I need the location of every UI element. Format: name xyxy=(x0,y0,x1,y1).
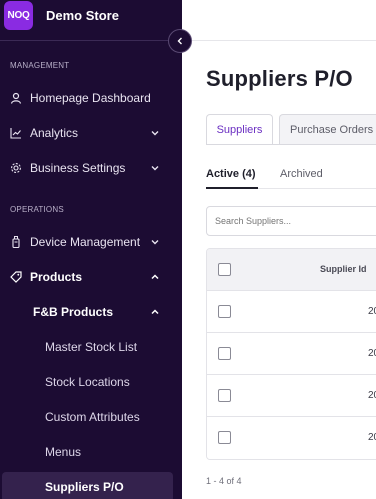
sidebar-item-analytics[interactable]: Analytics xyxy=(0,118,182,148)
tab-suppliers[interactable]: Suppliers xyxy=(206,114,273,144)
sidebar-item-products[interactable]: Products xyxy=(0,262,182,292)
sidebar-item-label: Suppliers P/O xyxy=(45,480,124,494)
row-checkbox[interactable] xyxy=(218,305,231,318)
collapse-sidebar-button[interactable] xyxy=(168,29,192,53)
topbar-divider xyxy=(182,40,376,41)
sidebar: NOQ Demo Store MANAGEMENT Homepage Dashb… xyxy=(0,0,182,499)
sidebar-item-device-management[interactable]: Device Management xyxy=(0,227,182,257)
row-checkbox[interactable] xyxy=(218,347,231,360)
page-title: Suppliers P/O xyxy=(206,66,353,91)
section-label-management: MANAGEMENT xyxy=(10,61,70,70)
suppliers-table: Supplier Id 20 20 20 20 xyxy=(206,248,376,460)
sidebar-item-business-settings[interactable]: Business Settings xyxy=(0,153,182,183)
chevron-left-icon xyxy=(175,36,185,46)
supplier-id-cell: 20 xyxy=(368,432,376,443)
sidebar-item-menus[interactable]: Menus xyxy=(0,437,182,467)
chevron-down-icon xyxy=(150,128,160,138)
brand[interactable]: NOQ Demo Store xyxy=(4,0,182,30)
sidebar-item-label: Analytics xyxy=(30,126,79,140)
subtab-active[interactable]: Active (4) xyxy=(206,168,256,180)
sidebar-item-custom-attributes[interactable]: Custom Attributes xyxy=(0,402,182,432)
chevron-up-icon xyxy=(150,307,160,317)
table-row[interactable]: 20 xyxy=(207,333,376,375)
sidebar-item-label: Custom Attributes xyxy=(45,410,140,424)
table-row[interactable]: 20 xyxy=(207,291,376,333)
row-checkbox[interactable] xyxy=(218,431,231,444)
gear-icon xyxy=(10,162,22,174)
chevron-down-icon xyxy=(150,237,160,247)
sidebar-item-suppliers-po[interactable]: Suppliers P/O xyxy=(2,472,173,499)
sidebar-item-label: Products xyxy=(30,270,83,284)
sidebar-item-label: Master Stock List xyxy=(45,340,138,354)
store-name: Demo Store xyxy=(46,7,119,23)
chart-line-icon xyxy=(10,127,22,139)
supplier-id-cell: 20 xyxy=(368,390,376,401)
sidebar-item-master-stock-list[interactable]: Master Stock List xyxy=(0,332,182,362)
logo: NOQ xyxy=(4,0,33,30)
sidebar-item-stock-locations[interactable]: Stock Locations xyxy=(0,367,182,397)
device-icon xyxy=(10,236,22,248)
tag-icon xyxy=(10,271,22,283)
supplier-id-cell: 20 xyxy=(368,306,376,317)
table-row[interactable]: 20 xyxy=(207,417,376,459)
sidebar-item-label: Stock Locations xyxy=(45,375,130,389)
sidebar-item-label: Business Settings xyxy=(30,161,126,175)
select-all-checkbox[interactable] xyxy=(218,263,231,276)
column-header-supplier-id[interactable]: Supplier Id xyxy=(320,264,367,274)
brand-divider xyxy=(0,40,182,41)
sidebar-item-homepage-dashboard[interactable]: Homepage Dashboard xyxy=(0,83,182,113)
table-header: Supplier Id xyxy=(207,249,376,291)
table-row[interactable]: 20 xyxy=(207,375,376,417)
chevron-down-icon xyxy=(150,163,160,173)
section-label-operations: OPERATIONS xyxy=(10,205,64,214)
subtab-active-indicator xyxy=(206,187,258,189)
search-input[interactable] xyxy=(206,206,376,236)
user-icon xyxy=(10,92,22,104)
tab-purchase-orders[interactable]: Purchase Orders xyxy=(279,114,376,144)
main-content: Suppliers P/O Suppliers Purchase Orders … xyxy=(182,0,376,499)
chevron-up-icon xyxy=(150,272,160,282)
sidebar-item-label: F&B Products xyxy=(33,305,114,319)
row-checkbox[interactable] xyxy=(218,389,231,402)
sidebar-item-label: Device Management xyxy=(30,235,141,249)
sidebar-item-fb-products[interactable]: F&B Products xyxy=(0,297,182,327)
sidebar-item-label: Homepage Dashboard xyxy=(30,91,151,105)
supplier-id-cell: 20 xyxy=(368,348,376,359)
tabs-divider xyxy=(206,144,376,145)
sidebar-item-label: Menus xyxy=(45,445,82,459)
subtab-archived[interactable]: Archived xyxy=(280,168,323,180)
pagination-info: 1 - 4 of 4 xyxy=(206,476,242,486)
